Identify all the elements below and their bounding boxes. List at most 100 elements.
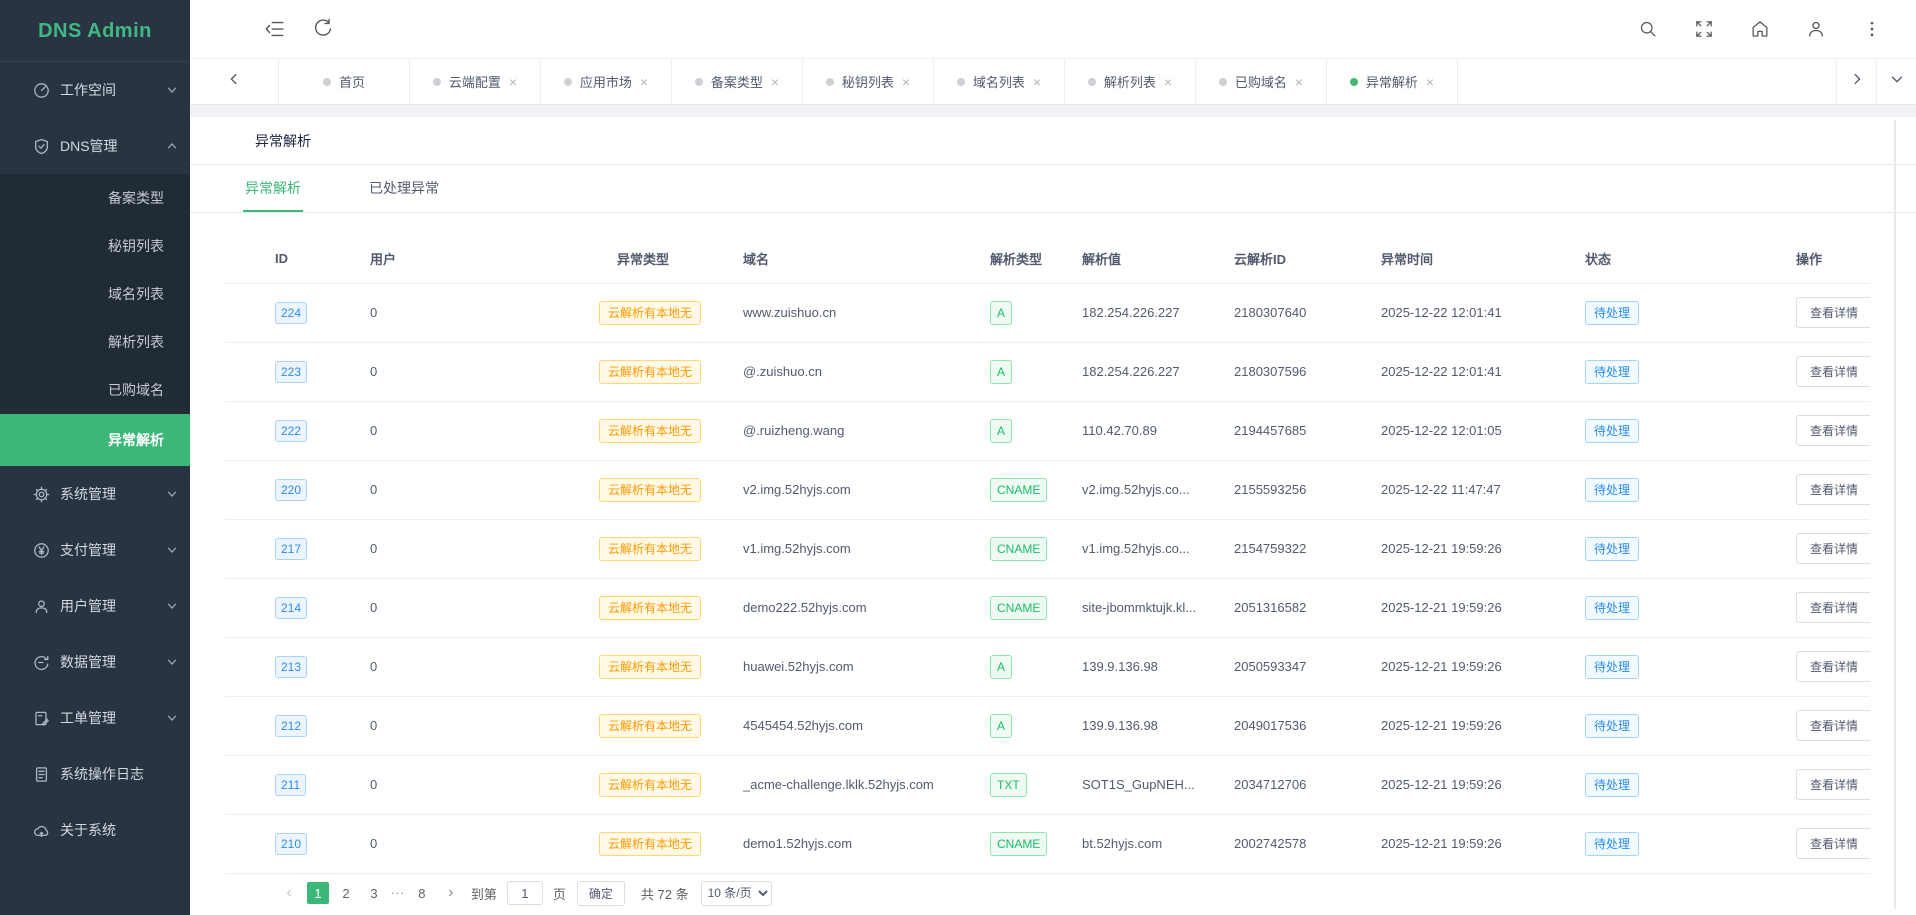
sidebar-item-13[interactable]: 系统操作日志 [0, 746, 190, 802]
sidebar-item-label: 数据管理 [60, 652, 166, 672]
sidebar-item-2[interactable]: 备案类型 [0, 174, 190, 222]
sidebar-item-0[interactable]: 工作空间 [0, 62, 190, 118]
view-details-button[interactable]: 查看详情 [1796, 651, 1870, 682]
open-tab-5[interactable]: 域名列表× [934, 59, 1065, 104]
anomaly-time-cell-cell-wrap: 2025-12-21 19:59:26 [1370, 578, 1560, 637]
shield-icon [33, 138, 50, 155]
pagination-page-1[interactable]: 1 [307, 882, 329, 904]
sidebar-item-4[interactable]: 域名列表 [0, 270, 190, 318]
status-badge-cell-wrap: 待处理 [1560, 342, 1760, 401]
tab-close-icon[interactable]: × [509, 75, 517, 89]
anomaly-time-cell-cell-wrap: 2025-12-22 12:01:41 [1370, 342, 1560, 401]
sidebar-item-9[interactable]: 支付管理 [0, 522, 190, 578]
pagination-prev-button[interactable]: ‹ [280, 882, 298, 904]
tabbar-filler [1458, 59, 1836, 104]
view-details-button[interactable]: 查看详情 [1796, 297, 1870, 328]
open-tab-0[interactable]: 首页 [279, 59, 410, 104]
open-tab-2[interactable]: 应用市场× [541, 59, 672, 104]
sidebar-item-7[interactable]: 异常解析 [0, 414, 190, 466]
record-type-badge: A [990, 714, 1012, 738]
sidebar-item-6[interactable]: 已购域名 [0, 366, 190, 414]
sidebar-item-10[interactable]: 用户管理 [0, 578, 190, 634]
tab-label: 首页 [339, 72, 365, 91]
domain-cell: huawei.52hyjs.com [743, 659, 854, 674]
tab-close-icon[interactable]: × [902, 75, 910, 89]
open-tab-1[interactable]: 云端配置× [410, 59, 541, 104]
column-header-8: 异常时间 [1370, 235, 1560, 283]
anomaly-type-badge: 云解析有本地无 [599, 301, 701, 325]
tabs-scroll-right-button[interactable] [1836, 59, 1876, 104]
chevron-right-icon [1850, 72, 1864, 91]
sidebar: DNS Admin 工作空间DNS管理备案类型秘钥列表域名列表解析列表已购域名异… [0, 0, 190, 915]
view-details-button[interactable]: 查看详情 [1796, 474, 1870, 505]
user-cell-cell-wrap: 0 [330, 578, 575, 637]
anomaly-type-badge: 云解析有本地无 [599, 537, 701, 561]
fullscreen-button[interactable] [1694, 19, 1714, 39]
sidebar-item-label: 工单管理 [60, 708, 166, 728]
tab-label: 备案类型 [711, 72, 763, 91]
view-details-button[interactable]: 查看详情 [1796, 415, 1870, 446]
view-details-button[interactable]: 查看详情 [1796, 828, 1870, 859]
scrollbar[interactable] [1894, 120, 1896, 909]
sidebar-item-11[interactable]: 数据管理 [0, 634, 190, 690]
user-cell-cell-wrap: 0 [330, 519, 575, 578]
cloud-id-cell: 2051316582 [1234, 600, 1306, 615]
pagination-next-button[interactable]: › [442, 882, 460, 904]
sidebar-item-label: 系统管理 [60, 484, 166, 504]
open-tab-7[interactable]: 已购域名× [1196, 59, 1327, 104]
refresh-button[interactable] [312, 18, 334, 40]
pagination-jump-input[interactable] [507, 881, 543, 905]
pagination-confirm-button[interactable]: 确定 [577, 881, 625, 906]
pagination-page-2[interactable]: 2 [335, 882, 357, 904]
kebab-button[interactable] [1862, 19, 1882, 39]
sidebar-item-12[interactable]: 工单管理 [0, 690, 190, 746]
view-details-button[interactable]: 查看详情 [1796, 592, 1870, 623]
pagination-page-8[interactable]: 8 [411, 882, 433, 904]
domain-cell-cell-wrap: 4545454.52hyjs.com [730, 696, 975, 755]
home-button[interactable] [1750, 19, 1770, 39]
tab-close-icon[interactable]: × [640, 75, 648, 89]
sidebar-item-1[interactable]: DNS管理 [0, 118, 190, 174]
user-button[interactable] [1806, 19, 1826, 39]
anomaly-type-badge-cell-wrap: 云解析有本地无 [575, 401, 730, 460]
tab-close-icon[interactable]: × [1426, 75, 1434, 89]
content-tab-1[interactable]: 已处理异常 [367, 165, 441, 212]
view-details-button[interactable]: 查看详情 [1796, 769, 1870, 800]
view-details-button[interactable]: 查看详情 [1796, 356, 1870, 387]
open-tab-3[interactable]: 备案类型 × [672, 59, 803, 104]
pagination-ellipsis: ... [391, 882, 405, 904]
sidebar-item-label: DNS管理 [60, 136, 166, 156]
sidebar-item-3[interactable]: 秘钥列表 [0, 222, 190, 270]
chevron-down-icon [166, 600, 178, 612]
record-value-cell: bt.52hyjs.com [1082, 836, 1162, 851]
fold-button[interactable] [264, 18, 286, 40]
search-button[interactable] [1638, 19, 1658, 39]
record-type-badge: CNAME [990, 832, 1047, 856]
view-details-button[interactable]: 查看详情 [1796, 533, 1870, 564]
id-badge-cell-wrap: 212 [225, 696, 330, 755]
content-tab-0[interactable]: 异常解析 [243, 165, 303, 212]
sidebar-item-label: 系统操作日志 [60, 764, 178, 784]
tab-close-icon[interactable]: × [771, 75, 779, 89]
open-tab-4[interactable]: 秘钥列表 × [803, 59, 934, 104]
sidebar-item-8[interactable]: 系统管理 [0, 466, 190, 522]
sidebar-item-5[interactable]: 解析列表 [0, 318, 190, 366]
pagination-page-3[interactable]: 3 [363, 882, 385, 904]
tab-close-icon[interactable]: × [1164, 75, 1172, 89]
tabs-scroll-left-button[interactable] [190, 59, 279, 104]
data-circle-icon [33, 654, 50, 671]
domain-cell: www.zuishuo.cn [743, 305, 836, 320]
tab-label: 秘钥列表 [842, 72, 894, 91]
open-tab-6[interactable]: 解析列表× [1065, 59, 1196, 104]
view-details-button[interactable]: 查看详情 [1796, 710, 1870, 741]
cloud-id-cell-cell-wrap: 2194457685 [1225, 401, 1370, 460]
tab-close-icon[interactable]: × [1033, 75, 1041, 89]
page-size-select[interactable]: 10 条/页 [701, 881, 772, 906]
tabs-menu-button[interactable] [1876, 59, 1916, 104]
anomaly-type-badge: 云解析有本地无 [599, 360, 701, 384]
tab-close-icon[interactable]: × [1295, 75, 1303, 89]
cloud-id-cell: 2180307640 [1234, 305, 1306, 320]
open-tab-8[interactable]: 异常解析× [1327, 59, 1458, 104]
column-header-9: 状态 [1560, 235, 1760, 283]
sidebar-item-14[interactable]: 关于系统 [0, 802, 190, 858]
